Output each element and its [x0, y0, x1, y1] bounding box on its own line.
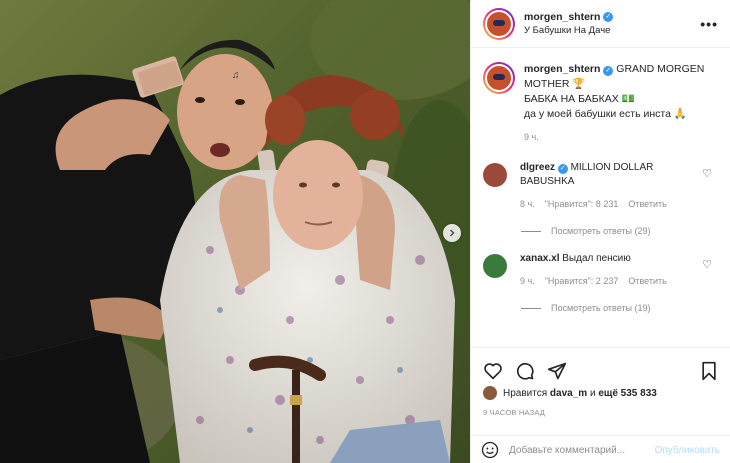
verified-badge-icon: ✓ — [603, 12, 614, 22]
comment-item: xanax.xl Выдал пенсию 9 ч. "Нравится": 2… — [471, 252, 730, 288]
comment-username[interactable]: dlgreez — [520, 162, 555, 173]
author-avatar[interactable] — [483, 7, 515, 40]
comment-time[interactable]: 8 ч. — [520, 197, 535, 211]
view-replies-label: Посмотреть ответы (19) — [551, 303, 651, 313]
post-timestamp[interactable]: 9 ЧАСОВ НАЗАД — [471, 400, 730, 425]
action-bar — [471, 348, 730, 386]
comment-item: dlgreez ✓ MILLION DOLLAR BABUSHKA 8 ч. "… — [471, 161, 730, 211]
liker-avatar[interactable] — [483, 386, 497, 400]
view-replies-label: Посмотреть ответы (29) — [551, 226, 651, 236]
verified-badge-icon: ✓ — [557, 164, 568, 174]
post-sidebar: morgen_shtern ✓ У Бабушки На Даче ••• mo… — [470, 0, 730, 463]
comment-likes[interactable]: "Нравится": 2 237 — [545, 274, 619, 288]
caption-username[interactable]: morgen_shtern — [524, 63, 600, 75]
commenter-avatar[interactable] — [483, 254, 507, 278]
verified-badge-icon: ✓ — [603, 66, 614, 76]
comment-like-heart-icon[interactable]: ♡ — [702, 167, 712, 180]
comment-reply-button[interactable]: Ответить — [628, 274, 666, 288]
likes-and: и — [589, 387, 596, 399]
comment-like-heart-icon[interactable]: ♡ — [702, 258, 712, 271]
next-photo-button[interactable] — [443, 224, 461, 242]
author-username[interactable]: morgen_shtern — [524, 11, 600, 23]
likes-count[interactable]: ещё 535 833 — [598, 388, 657, 399]
comment-reply-button[interactable]: Ответить — [628, 197, 666, 211]
caption-time[interactable]: 9 ч. — [524, 130, 718, 145]
comment-time[interactable]: 9 ч. — [520, 274, 535, 288]
comment-text: Выдал пенсию — [562, 253, 631, 264]
view-replies-button[interactable]: Посмотреть ответы (29) — [521, 226, 730, 236]
view-replies-button[interactable]: Посмотреть ответы (19) — [521, 303, 730, 313]
publish-button[interactable]: Опубликовать — [655, 445, 720, 456]
heart-icon[interactable] — [483, 362, 503, 380]
post-location[interactable]: У Бабушки На Даче — [524, 25, 700, 36]
post-image: ♫ — [0, 0, 470, 463]
instagram-post-modal: ♫ morgen_shtern ✓ У Бабушки На Даче ••• … — [0, 0, 730, 463]
likes-user[interactable]: dava_m — [550, 388, 587, 399]
chevron-right-icon — [449, 229, 455, 237]
svg-text:♫: ♫ — [232, 70, 240, 81]
likes-prefix: Нравится — [503, 387, 548, 399]
comment-icon[interactable] — [515, 361, 535, 381]
post-header: morgen_shtern ✓ У Бабушки На Даче ••• — [471, 0, 730, 48]
comment-likes[interactable]: "Нравится": 8 231 — [545, 197, 619, 211]
add-comment-bar: Опубликовать — [471, 435, 730, 463]
comment-username[interactable]: xanax.xl — [520, 253, 559, 264]
share-icon[interactable] — [547, 361, 567, 381]
post-caption: morgen_shtern ✓ GRAND MORGEN MOTHER 🏆 БА… — [471, 48, 730, 145]
more-options-icon[interactable]: ••• — [700, 16, 718, 32]
caption-line-3: да у моей бабушки есть инста 🙏 — [524, 108, 687, 120]
emoji-icon[interactable] — [481, 441, 499, 459]
caption-line-2: БАБКА НА БАБКАХ 💵 — [524, 93, 635, 105]
post-actions-section: Нравится dava_m и ещё 535 833 9 ЧАСОВ НА… — [471, 347, 730, 459]
commenter-avatar[interactable] — [483, 163, 507, 187]
bookmark-icon[interactable] — [700, 361, 718, 381]
comment-input[interactable] — [509, 444, 655, 456]
likes-summary: Нравится dava_m и ещё 535 833 — [471, 386, 730, 400]
post-photo: ♫ — [0, 0, 470, 463]
caption-author-avatar[interactable] — [483, 62, 515, 94]
